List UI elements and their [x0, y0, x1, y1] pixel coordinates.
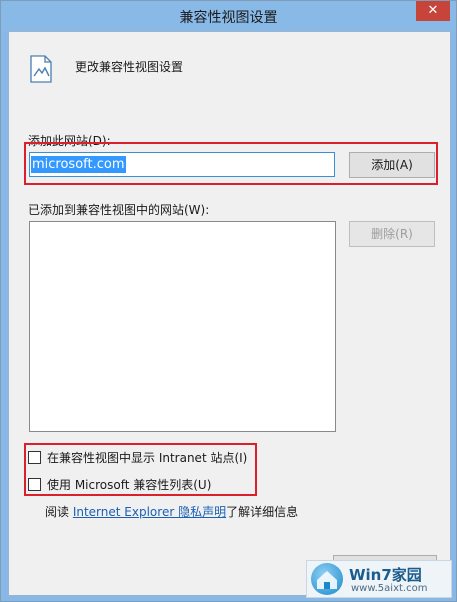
watermark-url: www.5aixt.com [351, 583, 428, 594]
privacy-prefix: 阅读 [45, 505, 73, 519]
privacy-line: 阅读 Internet Explorer 隐私声明了解详细信息 [45, 503, 298, 520]
intranet-option-label: 在兼容性视图中显示 Intranet 站点(I) [47, 450, 248, 465]
intranet-checkbox[interactable] [28, 450, 41, 464]
house-logo-icon [311, 563, 343, 595]
add-site-input-selection: microsoft.com [31, 156, 126, 173]
ms-compat-list-checkbox[interactable] [28, 477, 41, 491]
header-text: 更改兼容性视图设置 [75, 60, 184, 74]
option-ms-list-row[interactable]: 使用 Microsoft 兼容性列表(U) [28, 476, 211, 492]
sites-list-label: 已添加到兼容性视图中的网站(W): [28, 203, 210, 217]
window-title: 兼容性视图设置 [179, 10, 278, 26]
add-button[interactable]: 添加(A) [349, 152, 435, 178]
sites-listbox[interactable] [29, 221, 336, 432]
title-bar[interactable]: 兼容性视图设置 ✕ [1, 1, 456, 31]
close-button[interactable]: ✕ [416, 1, 450, 21]
dialog-window: 兼容性视图设置 ✕ 更改兼容性视图设置 添加此网站(D): microsoft.… [0, 0, 457, 602]
compat-view-settings-icon [30, 55, 52, 83]
close-icon: ✕ [427, 3, 439, 18]
ms-compat-list-option-label: 使用 Microsoft 兼容性列表(U) [47, 477, 212, 492]
remove-button[interactable]: 删除(R) [349, 221, 435, 247]
site-watermark: Win7家园 www.5aixt.com [306, 560, 452, 598]
privacy-link[interactable]: Internet Explorer 隐私声明 [73, 505, 226, 519]
option-intranet-row[interactable]: 在兼容性视图中显示 Intranet 站点(I) [28, 449, 247, 465]
privacy-suffix: 了解详细信息 [226, 505, 299, 519]
dialog-body: 更改兼容性视图设置 添加此网站(D): microsoft.com 添加(A) … [8, 31, 451, 596]
watermark-title: Win7家园 [349, 566, 422, 584]
